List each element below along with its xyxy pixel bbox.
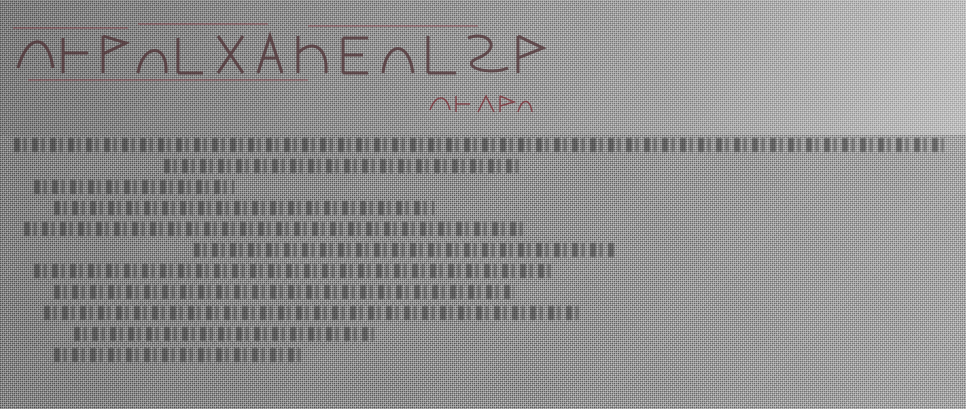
text-line (54, 201, 434, 215)
text-line (34, 180, 234, 194)
text-line (34, 264, 554, 278)
illegible-body-text (14, 138, 949, 369)
text-line (164, 159, 524, 173)
text-line (74, 327, 374, 341)
illegible-subtitle (429, 94, 533, 113)
text-line (54, 348, 304, 362)
illegible-title (13, 23, 547, 81)
text-line (194, 243, 614, 257)
text-line (44, 306, 584, 320)
text-line (54, 285, 514, 299)
text-line (14, 138, 944, 152)
text-line (24, 222, 524, 236)
